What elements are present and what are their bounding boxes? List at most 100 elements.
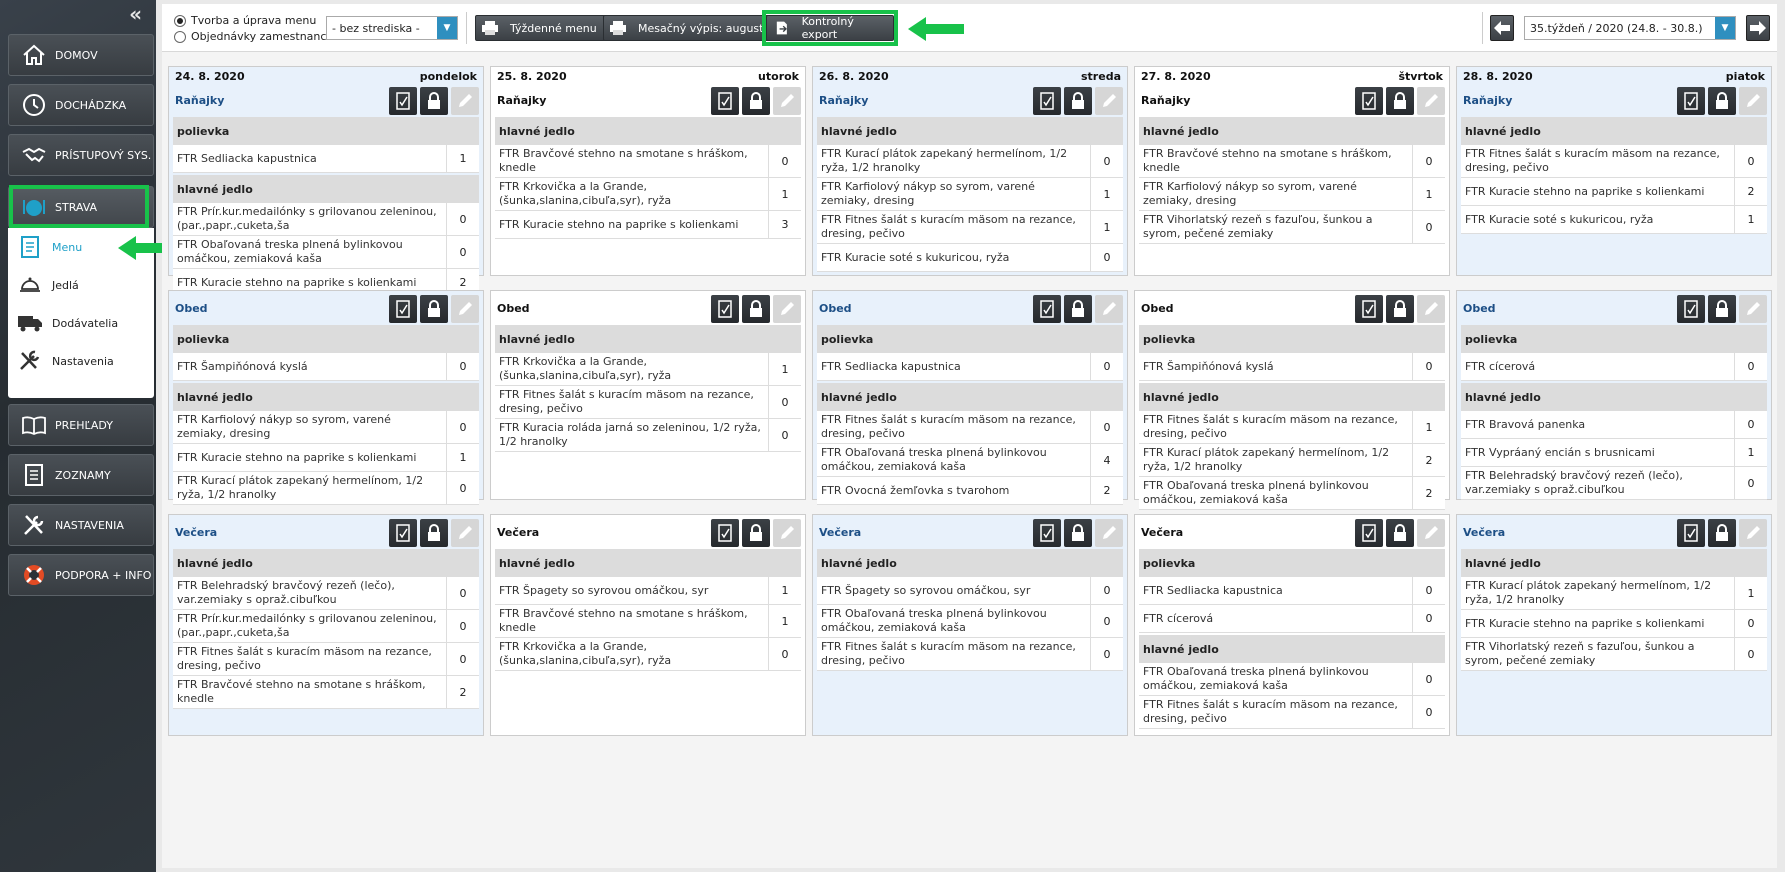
dish-row[interactable]: FTR Prír.kur.medailónky s grilovanou zel… <box>173 610 479 643</box>
edit-menu-icon[interactable] <box>1355 295 1383 323</box>
pencil-icon[interactable] <box>1739 87 1767 115</box>
monthly-report-button[interactable]: Mesačný výpis: august <box>603 15 773 41</box>
nav-strava[interactable]: STRAVA <box>8 186 154 228</box>
pencil-icon[interactable] <box>1739 295 1767 323</box>
edit-menu-icon[interactable] <box>1033 295 1061 323</box>
dish-row[interactable]: FTR Bravčové stehno na smotane s hráškom… <box>173 676 479 709</box>
dish-row[interactable]: FTR Kurací plátok zapekaný hermelínom, 1… <box>173 472 479 505</box>
next-week-button[interactable] <box>1746 15 1770 41</box>
lock-icon[interactable] <box>742 519 770 547</box>
dish-row[interactable]: FTR Kuracie stehno na paprike s kolienka… <box>1461 178 1767 206</box>
edit-menu-icon[interactable] <box>711 295 739 323</box>
prev-week-button[interactable] <box>1490 15 1514 41</box>
dish-row[interactable]: FTR Sedliacka kapustnica 0 <box>1139 577 1445 605</box>
dish-row[interactable]: FTR Špagety so syrovou omáčkou, syr 1 <box>495 577 801 605</box>
dish-row[interactable]: FTR Krkovička a la Grande, (šunka,slanin… <box>495 638 801 671</box>
dish-row[interactable]: FTR Karfiolový nákyp so syrom, varené ze… <box>173 411 479 444</box>
lock-icon[interactable] <box>1064 87 1092 115</box>
dish-row[interactable]: FTR Fitnes šalát s kuracím mäsom na reza… <box>817 638 1123 671</box>
edit-menu-icon[interactable] <box>1677 87 1705 115</box>
dish-row[interactable]: FTR cícerová 0 <box>1139 605 1445 633</box>
pencil-icon[interactable] <box>1095 519 1123 547</box>
week-select[interactable]: 35.týždeň / 2020 (24.8. - 30.8.) ▼ <box>1524 16 1736 40</box>
edit-menu-icon[interactable] <box>1033 519 1061 547</box>
pencil-icon[interactable] <box>773 519 801 547</box>
lock-icon[interactable] <box>420 87 448 115</box>
edit-menu-icon[interactable] <box>711 519 739 547</box>
edit-menu-icon[interactable] <box>389 519 417 547</box>
lock-icon[interactable] <box>1064 519 1092 547</box>
dish-row[interactable]: FTR Fitnes šalát s kuracím mäsom na reza… <box>1461 145 1767 178</box>
pencil-icon[interactable] <box>1417 519 1445 547</box>
lock-icon[interactable] <box>1386 295 1414 323</box>
lock-icon[interactable] <box>1708 295 1736 323</box>
dish-row[interactable]: FTR Obaľovaná treska plnená bylinkovou o… <box>1139 477 1445 510</box>
lock-icon[interactable] <box>742 295 770 323</box>
nav-nastavenia[interactable]: NASTAVENIA <box>8 504 154 546</box>
nav-prehlady[interactable]: PREHĽADY <box>8 404 154 446</box>
dish-row[interactable]: FTR Krkovička a la Grande, (šunka,slanin… <box>495 178 801 211</box>
pencil-icon[interactable] <box>1417 87 1445 115</box>
dish-row[interactable]: FTR Vihorlatský rezeň s fazuľou, šunkou … <box>1139 211 1445 244</box>
edit-menu-icon[interactable] <box>711 87 739 115</box>
dish-row[interactable]: FTR Fitnes šalát s kuracím mäsom na reza… <box>495 386 801 419</box>
dish-row[interactable]: FTR Kuracie soté s kukuricou, ryža 1 <box>1461 206 1767 234</box>
dish-row[interactable]: FTR Bravčové stehno na smotane s hráškom… <box>495 605 801 638</box>
pencil-icon[interactable] <box>451 519 479 547</box>
dish-row[interactable]: FTR Fitnes šalát s kuracím mäsom na reza… <box>817 211 1123 244</box>
dish-row[interactable]: FTR Špagety so syrovou omáčkou, syr 0 <box>817 577 1123 605</box>
dish-row[interactable]: FTR Bravčové stehno na smotane s hráškom… <box>1139 145 1445 178</box>
dish-row[interactable]: FTR Karfiolový nákyp so syrom, varené ze… <box>817 178 1123 211</box>
dish-row[interactable]: FTR Ovocná žemľovka s tvarohom 2 <box>817 477 1123 505</box>
dish-row[interactable]: FTR Šampiňónová kyslá 0 <box>173 353 479 381</box>
submenu-item-dodavatelia[interactable]: Dodávatelia <box>8 304 154 342</box>
lock-icon[interactable] <box>420 295 448 323</box>
chevron-down-icon[interactable]: ▼ <box>1715 17 1735 39</box>
pencil-icon[interactable] <box>1417 295 1445 323</box>
edit-menu-icon[interactable] <box>1677 295 1705 323</box>
dish-row[interactable]: FTR Kurací plátok zapekaný hermelínom, 1… <box>817 145 1123 178</box>
dish-row[interactable]: FTR Vihorlatský rezeň s fazuľou, šunkou … <box>1461 638 1767 671</box>
pencil-icon[interactable] <box>1095 87 1123 115</box>
edit-menu-icon[interactable] <box>389 87 417 115</box>
dish-row[interactable]: FTR Obaľovaná treska plnená bylinkovou o… <box>817 444 1123 477</box>
submenu-item-nastavenia[interactable]: Nastavenia <box>8 342 154 380</box>
lock-icon[interactable] <box>1386 519 1414 547</box>
pencil-icon[interactable] <box>1095 295 1123 323</box>
dish-row[interactable]: FTR Obaľovaná treska plnená bylinkovou o… <box>1139 663 1445 696</box>
dish-row[interactable]: FTR Sedliacka kapustnica 0 <box>817 353 1123 381</box>
weekly-menu-button[interactable]: Týždenné menu <box>475 15 606 41</box>
edit-menu-icon[interactable] <box>1355 519 1383 547</box>
edit-menu-icon[interactable] <box>389 295 417 323</box>
center-select[interactable]: - bez strediska - ▼ <box>326 16 458 40</box>
dish-row[interactable]: FTR Bravčové stehno na smotane s hráškom… <box>495 145 801 178</box>
lock-icon[interactable] <box>1386 87 1414 115</box>
pencil-icon[interactable] <box>773 87 801 115</box>
lock-icon[interactable] <box>420 519 448 547</box>
dish-row[interactable]: FTR Fitnes šalát s kuracím mäsom na reza… <box>1139 411 1445 444</box>
submenu-item-jedla[interactable]: Jedlá <box>8 266 154 304</box>
edit-menu-icon[interactable] <box>1355 87 1383 115</box>
lock-icon[interactable] <box>742 87 770 115</box>
mode-radio-edit[interactable]: Tvorba a úprava menu <box>174 14 316 27</box>
dish-row[interactable]: FTR Kurací plátok zapekaný hermelínom, 1… <box>1461 577 1767 610</box>
dish-row[interactable]: FTR Vypráaný encián s brusnicami 1 <box>1461 439 1767 467</box>
dish-row[interactable]: FTR Fitnes šalát s kuracím mäsom na reza… <box>1139 696 1445 729</box>
dish-row[interactable]: FTR Kuracie stehno na paprike s kolienka… <box>495 211 801 239</box>
dish-row[interactable]: FTR Belehradský bravčový rezeň (lečo), v… <box>1461 467 1767 500</box>
dish-row[interactable]: FTR Obaľovaná treska plnená bylinkovou o… <box>817 605 1123 638</box>
lock-icon[interactable] <box>1708 519 1736 547</box>
dish-row[interactable]: FTR Kuracie soté s kukuricou, ryža 0 <box>817 244 1123 272</box>
dish-row[interactable]: FTR Kuracie stehno na paprike s kolienka… <box>1461 610 1767 638</box>
collapse-sidebar-icon[interactable]: « <box>129 4 142 24</box>
dish-row[interactable]: FTR Karfiolový nákyp so syrom, varené ze… <box>1139 178 1445 211</box>
dish-row[interactable]: FTR Kuracia roláda jarná so zeleninou, 1… <box>495 419 801 452</box>
pencil-icon[interactable] <box>1739 519 1767 547</box>
dish-row[interactable]: FTR Fitnes šalát s kuracím mäsom na reza… <box>817 411 1123 444</box>
lock-icon[interactable] <box>1708 87 1736 115</box>
edit-menu-icon[interactable] <box>1033 87 1061 115</box>
dish-row[interactable]: FTR Belehradský bravčový rezeň (lečo), v… <box>173 577 479 610</box>
dish-row[interactable]: FTR Bravová panenka 0 <box>1461 411 1767 439</box>
dish-row[interactable]: FTR Šampiňónová kyslá 0 <box>1139 353 1445 381</box>
chevron-down-icon[interactable]: ▼ <box>437 17 457 39</box>
